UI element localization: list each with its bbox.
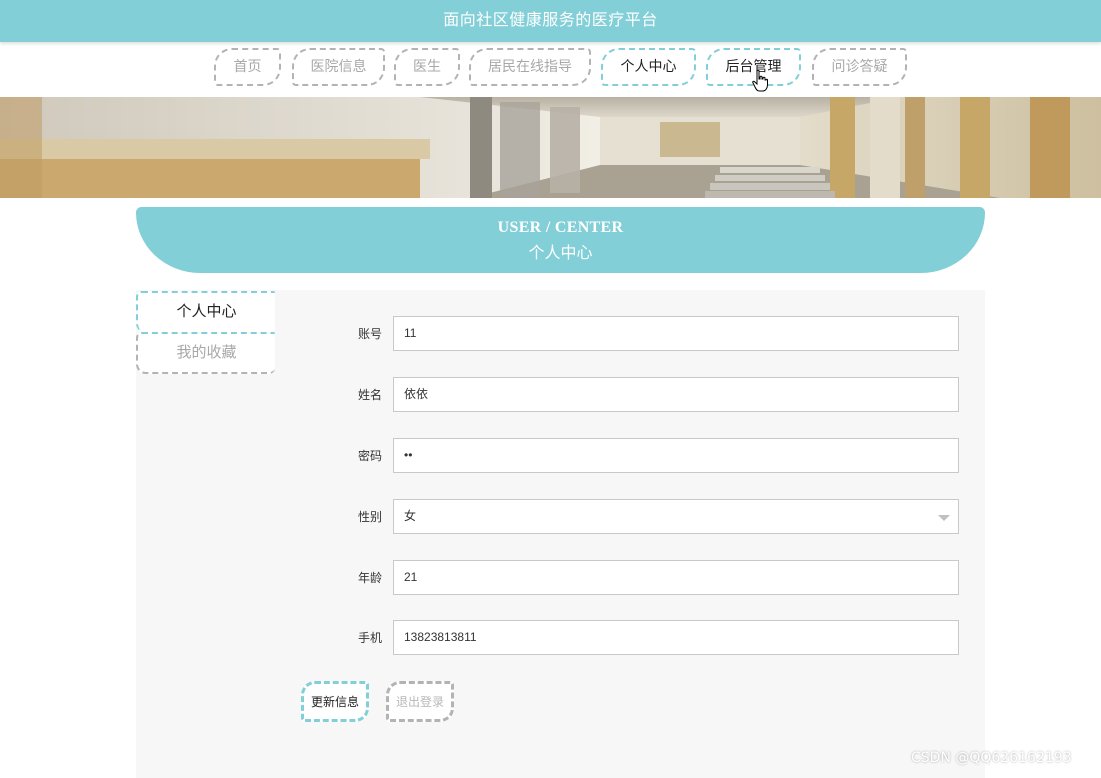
- gender-select[interactable]: 女: [393, 499, 959, 534]
- page: 面向社区健康服务的医疗平台 首页 医院信息 医生 居民在线指导 个人中心 后台管…: [0, 0, 1101, 778]
- sidebar-item-favorites[interactable]: 我的收藏: [136, 332, 275, 374]
- section-title-cn: 个人中心: [528, 243, 593, 262]
- watermark-text: CSDN @QQ626162193: [911, 750, 1072, 766]
- gender-label: 性别: [357, 510, 382, 524]
- form-row-age: 年龄 21: [300, 560, 960, 596]
- nav-item-hospital-info[interactable]: 医院信息: [292, 48, 385, 86]
- nav-item-resident-guidance[interactable]: 居民在线指导: [469, 48, 591, 86]
- form-row-password: 密码 ••: [300, 438, 960, 474]
- account-input[interactable]: 11: [393, 316, 959, 351]
- gender-select-value: 女: [404, 509, 417, 523]
- nav-item-doctors[interactable]: 医生: [394, 48, 460, 86]
- chevron-down-icon[interactable]: [938, 515, 950, 521]
- nav-item-personal-center[interactable]: 个人中心: [601, 48, 696, 86]
- phone-input[interactable]: 13823813811: [393, 620, 959, 655]
- form-row-gender: 性别 女: [300, 499, 960, 535]
- nav-item-home[interactable]: 首页: [214, 48, 281, 86]
- section-header: USER / CENTER 个人中心: [136, 207, 985, 273]
- password-label: 密码: [357, 449, 382, 463]
- age-input[interactable]: 21: [393, 560, 959, 595]
- site-title: 面向社区健康服务的医疗平台: [443, 10, 658, 29]
- phone-label: 手机: [357, 631, 382, 645]
- corridor-illustration: [0, 97, 1101, 198]
- password-input[interactable]: ••: [393, 438, 959, 473]
- hero-banner-image: [0, 97, 1101, 198]
- name-label: 姓名: [357, 388, 382, 402]
- update-info-button[interactable]: 更新信息: [301, 681, 369, 722]
- form-row-phone: 手机 13823813811: [300, 620, 960, 656]
- logout-button[interactable]: 退出登录: [386, 681, 454, 722]
- hand-pointer-icon: [752, 70, 768, 92]
- form-row-name: 姓名 依依: [300, 377, 960, 413]
- sidebar-item-personal-center[interactable]: 个人中心: [136, 291, 275, 333]
- section-title-en: USER / CENTER: [497, 219, 624, 236]
- nav-item-consultation[interactable]: 问诊答疑: [812, 48, 907, 86]
- main-nav: 首页 医院信息 医生 居民在线指导 个人中心 后台管理 问诊答疑: [0, 46, 1101, 90]
- form-row-account: 账号 11: [300, 316, 960, 352]
- name-input[interactable]: 依依: [393, 377, 959, 412]
- age-label: 年龄: [357, 571, 382, 585]
- account-label: 账号: [357, 327, 382, 341]
